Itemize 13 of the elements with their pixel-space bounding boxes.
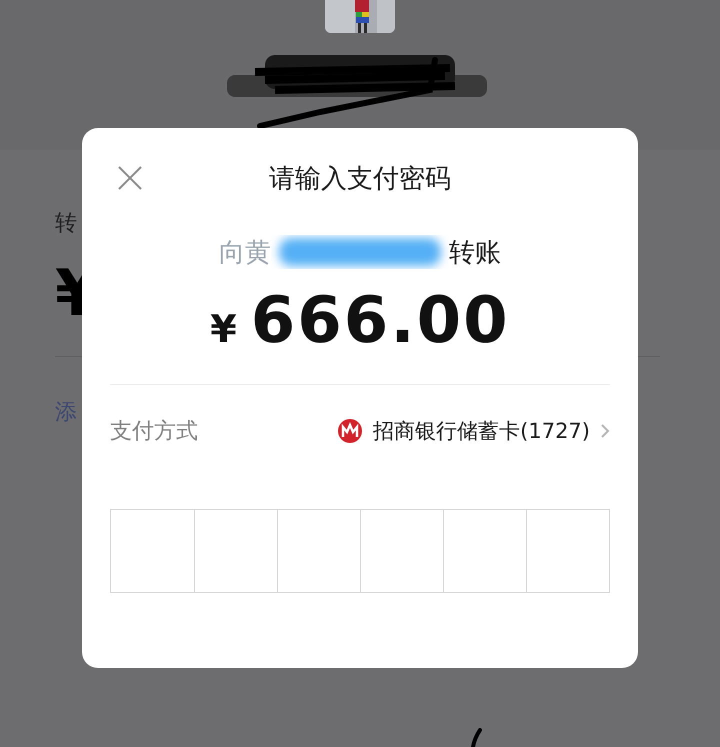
bank-card-name[interactable]: 招商银行储蓄卡(1727) <box>373 417 590 445</box>
amount-value: 666.00 <box>250 284 510 358</box>
payment-method-label: 支付方式 <box>110 418 198 446</box>
dialog-title: 请输入支付密码 <box>269 162 451 196</box>
chevron-right-icon <box>600 423 610 439</box>
recipient-suffix: 转账 <box>449 236 501 270</box>
close-button[interactable] <box>116 164 144 192</box>
password-input[interactable] <box>110 509 610 593</box>
close-icon <box>116 164 144 192</box>
recipient-prefix: 向黄 <box>219 236 271 270</box>
caption-text: 转 <box>55 210 77 238</box>
currency-symbol: ¥ <box>210 307 237 351</box>
bank-logo-icon <box>337 418 364 444</box>
